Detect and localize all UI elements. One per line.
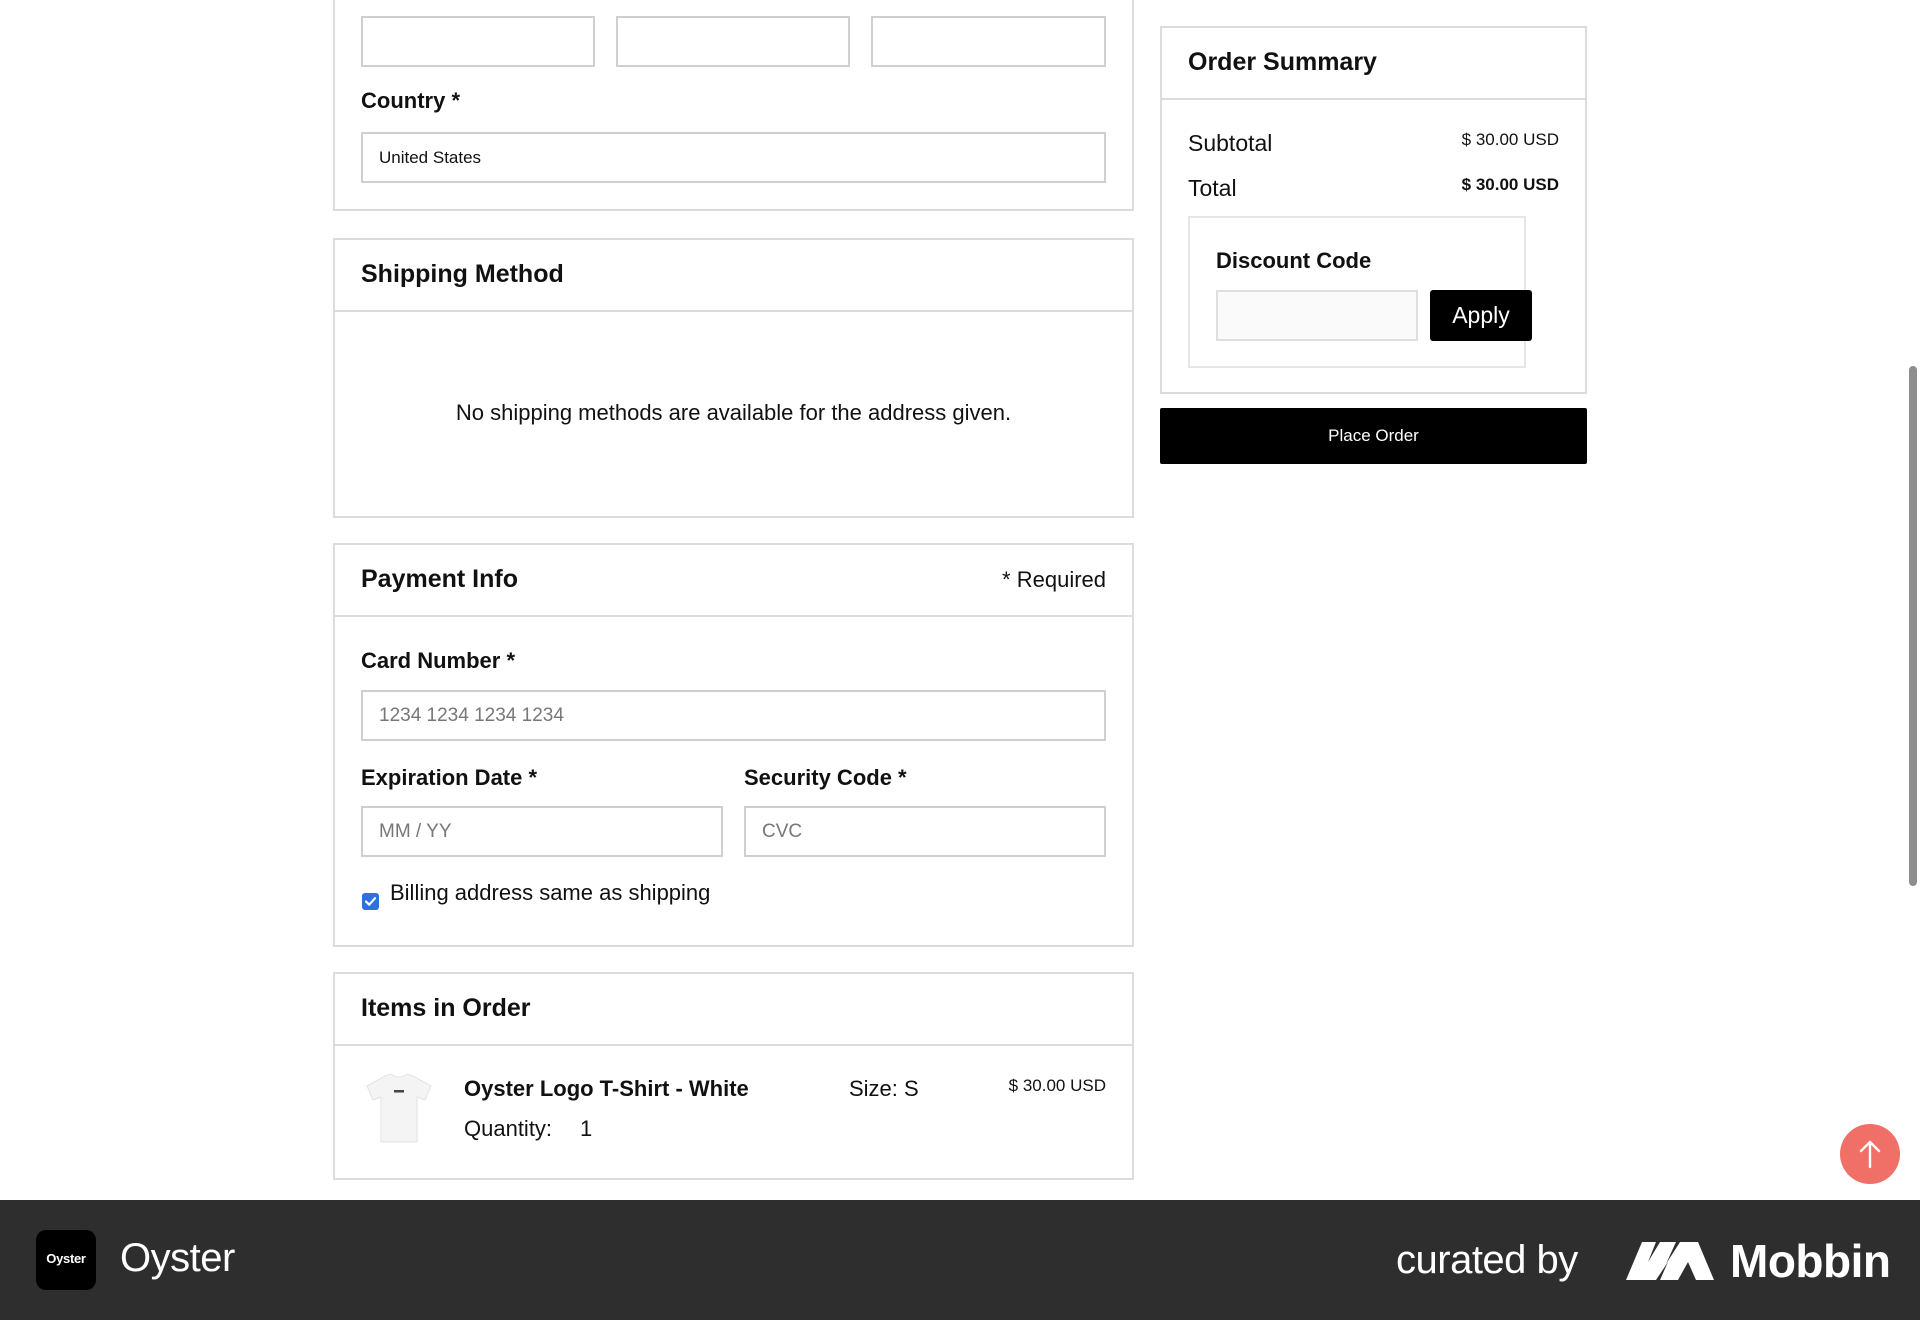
total-label: Total bbox=[1188, 175, 1237, 201]
place-order-button[interactable]: Place Order bbox=[1160, 408, 1587, 464]
payment-info-title: Payment Info bbox=[361, 565, 518, 593]
item-quantity-label: Quantity: bbox=[464, 1116, 553, 1141]
payment-info-panel: Payment Info * Required Card Number * Ex… bbox=[333, 543, 1134, 947]
item-name: Oyster Logo T-Shirt - White bbox=[464, 1076, 749, 1101]
app-logo-text: Oyster bbox=[46, 1251, 86, 1266]
item-price: $ 30.00 USD bbox=[1008, 1076, 1106, 1095]
discount-code-label: Discount Code bbox=[1216, 248, 1372, 273]
items-in-order-panel: Items in Order Oyster Logo T-Shirt - Whi… bbox=[333, 972, 1134, 1180]
total-value: $ 30.00 USD bbox=[1461, 175, 1559, 194]
payment-info-header: Payment Info * Required bbox=[335, 545, 1132, 617]
shipping-method-message: No shipping methods are available for th… bbox=[455, 400, 1012, 425]
security-code-label: Security Code * bbox=[744, 765, 907, 790]
curated-by-text: curated by bbox=[1396, 1238, 1578, 1282]
apply-button[interactable]: Apply bbox=[1430, 290, 1532, 341]
order-summary-panel: Order Summary Subtotal $ 30.00 USD Total… bbox=[1160, 26, 1587, 394]
address-panel: Country * bbox=[333, 0, 1134, 211]
scrollbar-thumb[interactable] bbox=[1909, 366, 1917, 886]
zip-field[interactable] bbox=[871, 16, 1106, 67]
card-number-field[interactable] bbox=[361, 690, 1106, 741]
item-quantity-value: 1 bbox=[580, 1116, 593, 1141]
mobbin-logo-icon bbox=[1626, 1242, 1714, 1280]
item-size: Size: S bbox=[849, 1076, 919, 1101]
country-label: Country * bbox=[361, 88, 460, 113]
app-name: Oyster bbox=[120, 1236, 235, 1280]
app-logo: Oyster bbox=[36, 1230, 96, 1290]
scroll-to-top-button[interactable] bbox=[1840, 1124, 1900, 1184]
arrow-up-icon bbox=[1859, 1140, 1881, 1169]
billing-same-checkbox[interactable] bbox=[362, 893, 379, 910]
tshirt-image bbox=[366, 1073, 432, 1143]
billing-same-label[interactable]: Billing address same as shipping bbox=[390, 880, 710, 906]
country-field[interactable] bbox=[361, 132, 1106, 183]
order-summary-title: Order Summary bbox=[1188, 48, 1377, 76]
state-field[interactable] bbox=[616, 16, 850, 67]
required-note: * Required bbox=[1002, 567, 1106, 592]
discount-code-input[interactable] bbox=[1216, 290, 1418, 341]
order-summary-header: Order Summary bbox=[1162, 28, 1585, 100]
security-code-field[interactable] bbox=[744, 806, 1106, 857]
shipping-method-header: Shipping Method bbox=[335, 240, 1132, 312]
mobbin-brand: Mobbin bbox=[1730, 1235, 1891, 1287]
items-in-order-header: Items in Order bbox=[335, 974, 1132, 1046]
footer-bar: Oyster Oyster curated by Mobbin bbox=[0, 1200, 1920, 1320]
expiration-date-field[interactable] bbox=[361, 806, 723, 857]
checkmark-icon bbox=[364, 897, 377, 906]
subtotal-label: Subtotal bbox=[1188, 130, 1273, 156]
expiration-date-label: Expiration Date * bbox=[361, 765, 538, 790]
product-thumbnail bbox=[361, 1070, 437, 1146]
subtotal-value: $ 30.00 USD bbox=[1461, 130, 1559, 149]
discount-box: Discount Code Apply bbox=[1188, 216, 1532, 368]
card-number-label: Card Number * bbox=[361, 648, 516, 673]
items-in-order-title: Items in Order bbox=[361, 994, 531, 1022]
city-field[interactable] bbox=[361, 16, 595, 67]
shipping-method-title: Shipping Method bbox=[361, 260, 564, 288]
shipping-method-panel: Shipping Method No shipping methods are … bbox=[333, 238, 1134, 518]
list-item: Oyster Logo T-Shirt - White Size: S $ 30… bbox=[335, 1046, 1132, 1176]
